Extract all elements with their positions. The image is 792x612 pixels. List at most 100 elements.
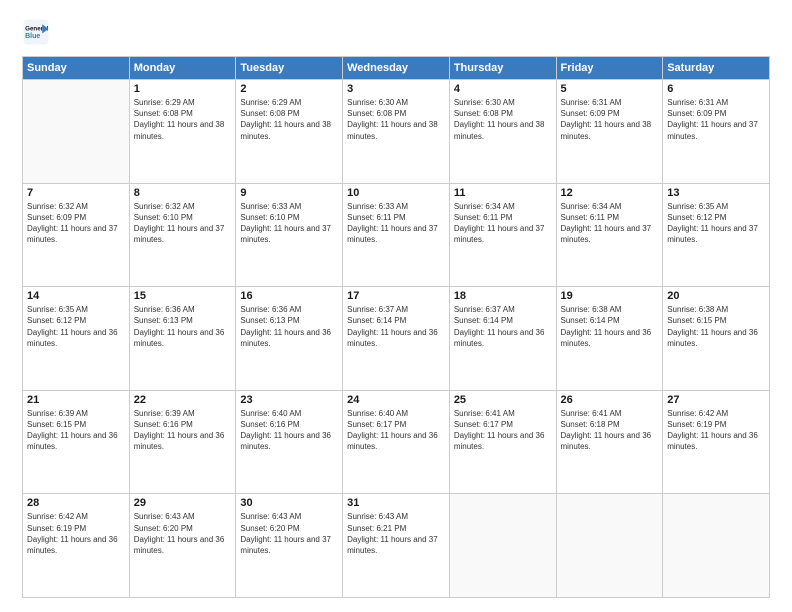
day-info: Sunrise: 6:33 AMSunset: 6:11 PMDaylight:…: [347, 202, 438, 245]
day-number: 27: [667, 394, 765, 406]
day-number: 25: [454, 394, 552, 406]
calendar-cell: 5 Sunrise: 6:31 AMSunset: 6:09 PMDayligh…: [556, 80, 663, 184]
calendar-cell: 13 Sunrise: 6:35 AMSunset: 6:12 PMDaylig…: [663, 183, 770, 287]
calendar-cell: [23, 80, 130, 184]
day-info: Sunrise: 6:40 AMSunset: 6:16 PMDaylight:…: [240, 409, 331, 452]
calendar-cell: 6 Sunrise: 6:31 AMSunset: 6:09 PMDayligh…: [663, 80, 770, 184]
calendar-cell: 1 Sunrise: 6:29 AMSunset: 6:08 PMDayligh…: [129, 80, 236, 184]
calendar-cell: 9 Sunrise: 6:33 AMSunset: 6:10 PMDayligh…: [236, 183, 343, 287]
calendar-cell: 30 Sunrise: 6:43 AMSunset: 6:20 PMDaylig…: [236, 494, 343, 598]
day-number: 3: [347, 83, 445, 95]
day-number: 28: [27, 497, 125, 509]
day-number: 18: [454, 290, 552, 302]
day-info: Sunrise: 6:31 AMSunset: 6:09 PMDaylight:…: [561, 98, 652, 141]
calendar-cell: 20 Sunrise: 6:38 AMSunset: 6:15 PMDaylig…: [663, 287, 770, 391]
weekday-header-friday: Friday: [556, 57, 663, 80]
calendar-cell: [449, 494, 556, 598]
day-number: 14: [27, 290, 125, 302]
day-number: 29: [134, 497, 232, 509]
page: General Blue SundayMondayTuesdayWednesda…: [0, 0, 792, 612]
calendar-cell: 23 Sunrise: 6:40 AMSunset: 6:16 PMDaylig…: [236, 390, 343, 494]
logo-icon: General Blue: [22, 18, 50, 46]
logo: General Blue: [22, 18, 50, 46]
day-info: Sunrise: 6:36 AMSunset: 6:13 PMDaylight:…: [240, 305, 331, 348]
week-row-5: 28 Sunrise: 6:42 AMSunset: 6:19 PMDaylig…: [23, 494, 770, 598]
day-info: Sunrise: 6:43 AMSunset: 6:21 PMDaylight:…: [347, 512, 438, 555]
day-number: 31: [347, 497, 445, 509]
day-info: Sunrise: 6:34 AMSunset: 6:11 PMDaylight:…: [561, 202, 652, 245]
day-number: 9: [240, 187, 338, 199]
day-info: Sunrise: 6:35 AMSunset: 6:12 PMDaylight:…: [27, 305, 118, 348]
day-info: Sunrise: 6:37 AMSunset: 6:14 PMDaylight:…: [454, 305, 545, 348]
day-info: Sunrise: 6:32 AMSunset: 6:09 PMDaylight:…: [27, 202, 118, 245]
calendar-cell: 22 Sunrise: 6:39 AMSunset: 6:16 PMDaylig…: [129, 390, 236, 494]
day-info: Sunrise: 6:39 AMSunset: 6:15 PMDaylight:…: [27, 409, 118, 452]
calendar-cell: 24 Sunrise: 6:40 AMSunset: 6:17 PMDaylig…: [343, 390, 450, 494]
day-info: Sunrise: 6:37 AMSunset: 6:14 PMDaylight:…: [347, 305, 438, 348]
day-number: 6: [667, 83, 765, 95]
day-info: Sunrise: 6:30 AMSunset: 6:08 PMDaylight:…: [347, 98, 438, 141]
day-number: 20: [667, 290, 765, 302]
calendar-cell: [556, 494, 663, 598]
day-number: 19: [561, 290, 659, 302]
day-info: Sunrise: 6:38 AMSunset: 6:15 PMDaylight:…: [667, 305, 758, 348]
day-info: Sunrise: 6:42 AMSunset: 6:19 PMDaylight:…: [27, 512, 118, 555]
day-number: 16: [240, 290, 338, 302]
day-info: Sunrise: 6:40 AMSunset: 6:17 PMDaylight:…: [347, 409, 438, 452]
calendar-cell: 11 Sunrise: 6:34 AMSunset: 6:11 PMDaylig…: [449, 183, 556, 287]
calendar-cell: 28 Sunrise: 6:42 AMSunset: 6:19 PMDaylig…: [23, 494, 130, 598]
day-info: Sunrise: 6:33 AMSunset: 6:10 PMDaylight:…: [240, 202, 331, 245]
day-number: 4: [454, 83, 552, 95]
weekday-header-wednesday: Wednesday: [343, 57, 450, 80]
day-number: 1: [134, 83, 232, 95]
calendar-cell: 25 Sunrise: 6:41 AMSunset: 6:17 PMDaylig…: [449, 390, 556, 494]
weekday-header-monday: Monday: [129, 57, 236, 80]
calendar-cell: 4 Sunrise: 6:30 AMSunset: 6:08 PMDayligh…: [449, 80, 556, 184]
calendar-cell: 8 Sunrise: 6:32 AMSunset: 6:10 PMDayligh…: [129, 183, 236, 287]
calendar-cell: 16 Sunrise: 6:36 AMSunset: 6:13 PMDaylig…: [236, 287, 343, 391]
day-number: 21: [27, 394, 125, 406]
day-number: 2: [240, 83, 338, 95]
day-info: Sunrise: 6:29 AMSunset: 6:08 PMDaylight:…: [240, 98, 331, 141]
calendar-cell: 2 Sunrise: 6:29 AMSunset: 6:08 PMDayligh…: [236, 80, 343, 184]
day-info: Sunrise: 6:34 AMSunset: 6:11 PMDaylight:…: [454, 202, 545, 245]
day-number: 15: [134, 290, 232, 302]
header: General Blue: [22, 18, 770, 46]
calendar-cell: 29 Sunrise: 6:43 AMSunset: 6:20 PMDaylig…: [129, 494, 236, 598]
day-number: 10: [347, 187, 445, 199]
day-number: 11: [454, 187, 552, 199]
calendar-cell: 21 Sunrise: 6:39 AMSunset: 6:15 PMDaylig…: [23, 390, 130, 494]
day-info: Sunrise: 6:41 AMSunset: 6:18 PMDaylight:…: [561, 409, 652, 452]
weekday-header-tuesday: Tuesday: [236, 57, 343, 80]
calendar-cell: 12 Sunrise: 6:34 AMSunset: 6:11 PMDaylig…: [556, 183, 663, 287]
calendar-cell: 10 Sunrise: 6:33 AMSunset: 6:11 PMDaylig…: [343, 183, 450, 287]
day-info: Sunrise: 6:38 AMSunset: 6:14 PMDaylight:…: [561, 305, 652, 348]
weekday-header-sunday: Sunday: [23, 57, 130, 80]
day-number: 26: [561, 394, 659, 406]
calendar-table: SundayMondayTuesdayWednesdayThursdayFrid…: [22, 56, 770, 598]
calendar-cell: 19 Sunrise: 6:38 AMSunset: 6:14 PMDaylig…: [556, 287, 663, 391]
calendar-cell: 7 Sunrise: 6:32 AMSunset: 6:09 PMDayligh…: [23, 183, 130, 287]
day-info: Sunrise: 6:32 AMSunset: 6:10 PMDaylight:…: [134, 202, 225, 245]
day-info: Sunrise: 6:43 AMSunset: 6:20 PMDaylight:…: [240, 512, 331, 555]
weekday-header-row: SundayMondayTuesdayWednesdayThursdayFrid…: [23, 57, 770, 80]
day-number: 5: [561, 83, 659, 95]
day-number: 22: [134, 394, 232, 406]
day-info: Sunrise: 6:35 AMSunset: 6:12 PMDaylight:…: [667, 202, 758, 245]
calendar-cell: 3 Sunrise: 6:30 AMSunset: 6:08 PMDayligh…: [343, 80, 450, 184]
day-info: Sunrise: 6:41 AMSunset: 6:17 PMDaylight:…: [454, 409, 545, 452]
day-info: Sunrise: 6:30 AMSunset: 6:08 PMDaylight:…: [454, 98, 545, 141]
calendar-cell: 27 Sunrise: 6:42 AMSunset: 6:19 PMDaylig…: [663, 390, 770, 494]
day-info: Sunrise: 6:36 AMSunset: 6:13 PMDaylight:…: [134, 305, 225, 348]
day-info: Sunrise: 6:29 AMSunset: 6:08 PMDaylight:…: [134, 98, 225, 141]
calendar-cell: 31 Sunrise: 6:43 AMSunset: 6:21 PMDaylig…: [343, 494, 450, 598]
day-number: 8: [134, 187, 232, 199]
day-info: Sunrise: 6:43 AMSunset: 6:20 PMDaylight:…: [134, 512, 225, 555]
weekday-header-saturday: Saturday: [663, 57, 770, 80]
day-number: 13: [667, 187, 765, 199]
calendar-cell: 15 Sunrise: 6:36 AMSunset: 6:13 PMDaylig…: [129, 287, 236, 391]
day-info: Sunrise: 6:39 AMSunset: 6:16 PMDaylight:…: [134, 409, 225, 452]
svg-text:Blue: Blue: [25, 33, 40, 40]
day-number: 17: [347, 290, 445, 302]
calendar-cell: 14 Sunrise: 6:35 AMSunset: 6:12 PMDaylig…: [23, 287, 130, 391]
